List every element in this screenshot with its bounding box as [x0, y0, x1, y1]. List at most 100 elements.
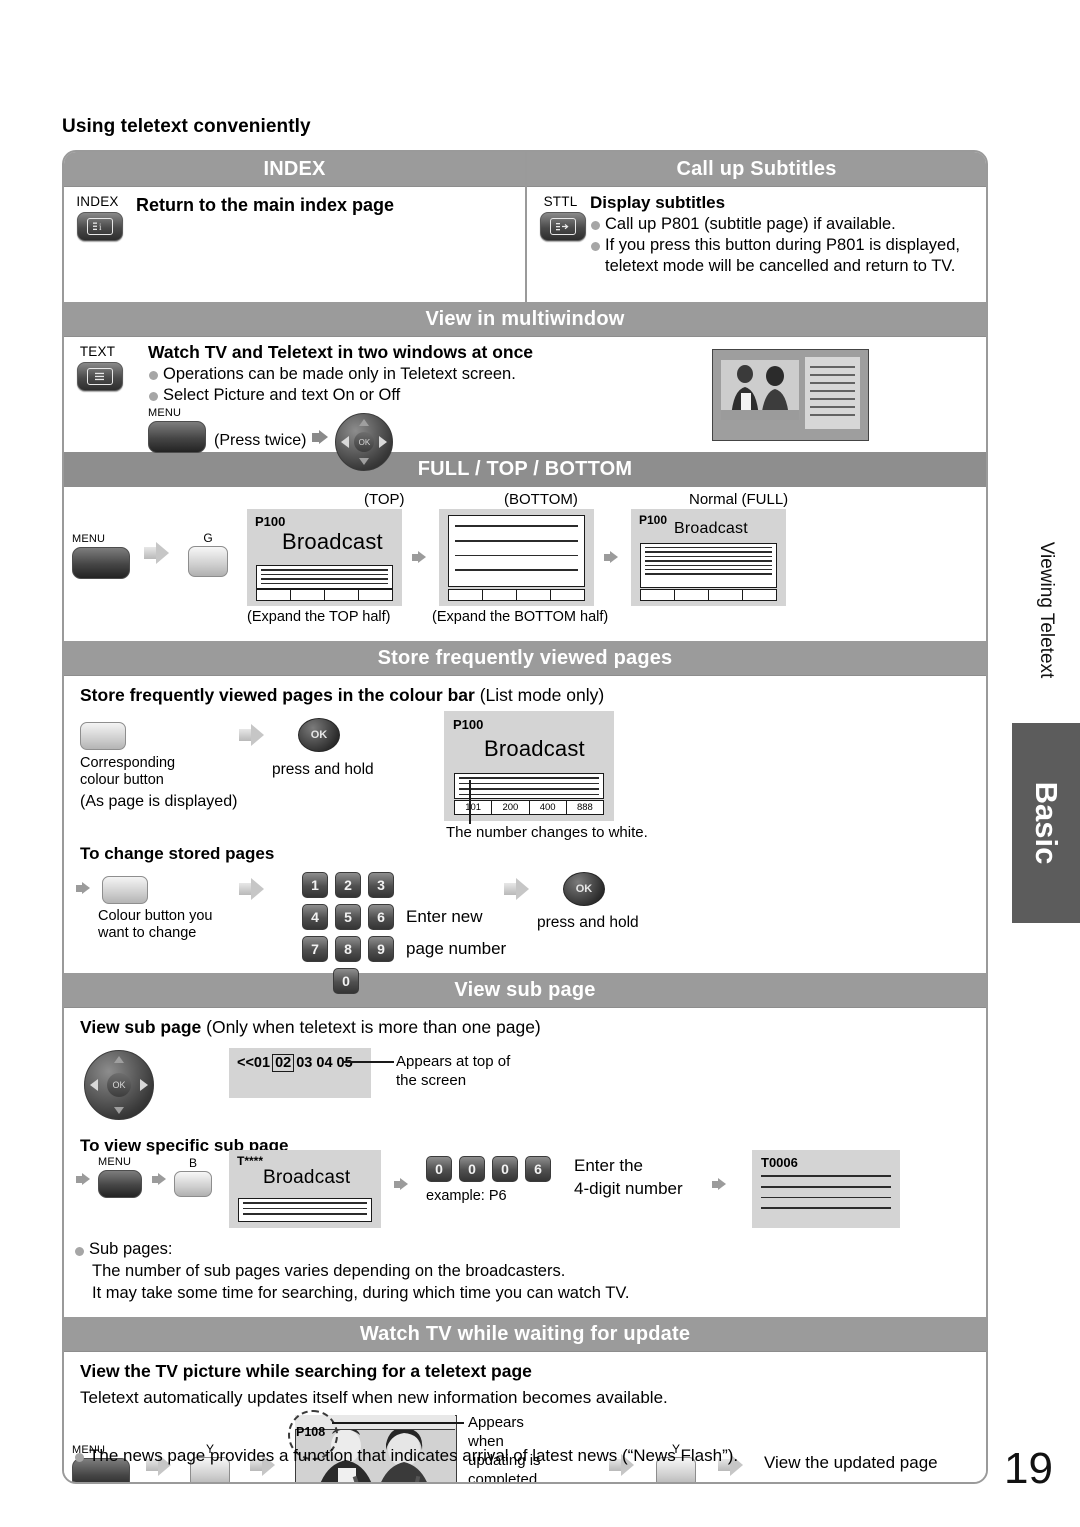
dpad-ok-button[interactable]: OK	[354, 432, 375, 452]
screen-bottom-colour-bar	[448, 589, 585, 601]
numkey-4[interactable]: 4	[302, 904, 328, 930]
flow-arrow-icon-9	[152, 1173, 166, 1186]
numkey-0[interactable]: 0	[333, 968, 359, 994]
screen-store-lines	[454, 773, 604, 799]
index-icon-svg: i	[93, 222, 102, 232]
subpage-indicator: <<01 02 03 04 05	[237, 1054, 353, 1072]
green-key-group[interactable]: G	[188, 531, 228, 577]
row-full-top-bottom: (TOP) (BOTTOM) Normal (FULL) MENU G P100…	[64, 487, 986, 639]
ok-button-store[interactable]: OK	[298, 718, 340, 752]
numkey-8[interactable]: 8	[335, 936, 361, 962]
press-twice-caption: (Press twice)	[214, 432, 307, 449]
store-title: Store frequently viewed pages in the col…	[80, 685, 604, 706]
dpad-right-icon-subpage[interactable]	[140, 1079, 148, 1091]
menu-button-group-multiwindow[interactable]: MENU	[148, 407, 206, 453]
dpad-left-icon-subpage[interactable]	[90, 1079, 98, 1091]
numkey-1[interactable]: 1	[302, 872, 328, 898]
green-colour-button[interactable]	[188, 546, 228, 577]
index-teletext-icon: i	[87, 218, 113, 235]
band-view-in-multiwindow: View in multiwindow	[64, 302, 986, 337]
numkey-5[interactable]: 5	[335, 904, 361, 930]
numkey-2[interactable]: 2	[335, 872, 361, 898]
numkey-9[interactable]: 9	[368, 936, 394, 962]
label-full: Normal (FULL)	[689, 491, 789, 508]
dpad-left-icon[interactable]	[341, 436, 350, 448]
subpage-enter-1: Enter the	[574, 1156, 643, 1175]
blue-colour-button[interactable]	[174, 1171, 212, 1197]
dpad-down-icon[interactable]	[359, 458, 370, 465]
subpage-numkey-1[interactable]: 0	[459, 1156, 485, 1182]
store-colour-button-group[interactable]	[80, 722, 126, 750]
change-stored-title: To change stored pages	[80, 844, 275, 863]
row-store-pages: Store frequently viewed pages in the col…	[64, 676, 986, 994]
dpad-right-icon[interactable]	[379, 436, 388, 448]
flow-arrow-icon	[312, 430, 329, 445]
dpad-control-subpage[interactable]: OK	[84, 1050, 154, 1120]
colour-button-to-change[interactable]	[102, 876, 148, 904]
subtitles-bullet-0: Call up P801 (subtitle page) if availabl…	[590, 214, 980, 235]
store-note: The number changes to white.	[446, 824, 648, 841]
ok-button-change[interactable]: OK	[563, 872, 605, 906]
menu-key-label: MENU	[148, 407, 182, 419]
flow-arrow-icon-7	[504, 878, 530, 900]
screen-bottom-lines	[448, 515, 585, 587]
caption-expand-top: (Expand the TOP half)	[247, 609, 391, 625]
sttl-remote-button[interactable]	[540, 212, 586, 241]
menu-remote-button-subpage[interactable]	[98, 1170, 142, 1198]
subtitle-icon	[550, 218, 576, 235]
subpage-indicator-highlight: 02	[272, 1054, 295, 1072]
svg-text:i: i	[99, 222, 102, 232]
subpage-numkey-0[interactable]: 0	[426, 1156, 452, 1182]
side-chapter-tab-text: Basic	[1029, 781, 1064, 865]
final-news-flash-note: The news page provides a function that i…	[74, 1446, 986, 1466]
screen-subpage-text: Broadcast	[263, 1167, 351, 1188]
label-bottom: (BOTTOM)	[504, 491, 578, 508]
store-caption-3: (As page is displayed)	[80, 793, 238, 810]
numeric-keypad[interactable]: 1 2 3 4 5 6 Enter new 7 8 9 page number	[302, 872, 506, 994]
side-section-label: Viewing Teletext	[1012, 500, 1080, 720]
screen-full: P100 Broadcast	[631, 509, 786, 606]
side-section-label-text: Viewing Teletext	[1036, 541, 1057, 679]
numkey-6[interactable]: 6	[368, 904, 394, 930]
row-index-subtitles: INDEX i Return to the main index page ST…	[64, 187, 986, 302]
subpage-numeric-entry[interactable]: 0 0 0 6 example: P6	[426, 1156, 551, 1204]
subtitles-bullet-1: If you press this button during P801 is …	[590, 235, 980, 277]
index-remote-button[interactable]: i	[77, 212, 123, 241]
menu-remote-button-ftb[interactable]	[72, 547, 130, 579]
numkey-3[interactable]: 3	[368, 872, 394, 898]
menu-remote-button[interactable]	[148, 421, 206, 453]
menu-button-group-ftb[interactable]: MENU	[72, 533, 130, 579]
dpad-ok-button-subpage[interactable]: OK	[107, 1073, 131, 1097]
subtitle-icon-svg	[556, 223, 569, 231]
text-icon-svg	[95, 372, 104, 381]
change-caption-1: Colour button you	[98, 908, 213, 924]
menu-button-group-subpage[interactable]: MENU	[98, 1156, 142, 1198]
flow-arrow-icon-6	[239, 878, 265, 900]
flow-arrow-icon-2	[412, 551, 426, 564]
subpage-example: example: P6	[426, 1188, 507, 1204]
dpad-up-icon-subpage[interactable]	[114, 1056, 124, 1063]
multiwindow-text-half	[805, 357, 860, 429]
enter-new-label: Enter new	[406, 907, 483, 926]
numkey-7[interactable]: 7	[302, 936, 328, 962]
subpage-numkey-3[interactable]: 6	[525, 1156, 551, 1182]
green-key-label: G	[203, 531, 213, 545]
subpage-title-bold: View sub page	[80, 1017, 202, 1037]
update-leader-line	[332, 1422, 464, 1424]
subpage-enter-2: 4-digit number	[574, 1179, 683, 1198]
subpage-title-light: (Only when teletext is more than one pag…	[206, 1017, 541, 1037]
change-caption-2: want to change	[98, 925, 197, 941]
dpad-up-icon[interactable]	[359, 419, 370, 426]
subpage-callout-1: Appears at top of	[396, 1053, 511, 1070]
dpad-down-icon-subpage[interactable]	[114, 1107, 124, 1114]
text-lines-illustration	[810, 366, 855, 416]
subpage-numkey-2[interactable]: 0	[492, 1156, 518, 1182]
corresponding-colour-button[interactable]	[80, 722, 126, 750]
band-call-up-subtitles: Call up Subtitles	[527, 152, 986, 187]
subpage-enter-text: Enter the 4-digit number	[574, 1154, 683, 1200]
subpage-title: View sub page (Only when teletext is mor…	[80, 1017, 541, 1038]
text-remote-button[interactable]	[77, 362, 123, 391]
screen-full-text: Broadcast	[674, 520, 748, 537]
screen-full-lines	[640, 543, 777, 588]
blue-key-group[interactable]: B	[174, 1156, 212, 1197]
